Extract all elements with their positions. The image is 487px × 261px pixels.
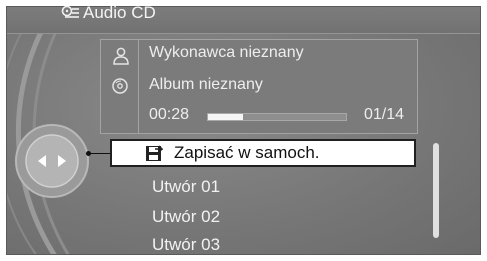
list-item-track-02[interactable]: Utwór 02 <box>152 207 220 227</box>
elapsed-time: 00:28 <box>149 106 190 123</box>
playback-progress-fill <box>208 114 243 120</box>
page-title: Audio CD <box>83 3 156 22</box>
list-item-track-01[interactable]: Utwór 01 <box>152 177 220 197</box>
album-name: Album nieznany <box>149 76 263 93</box>
controller-connector-line <box>88 153 112 154</box>
track-position: 01/14 <box>364 106 405 123</box>
playback-progress-bar <box>207 113 347 121</box>
disc-icon <box>112 78 128 94</box>
list-scrollbar[interactable] <box>433 143 439 238</box>
idrive-controller-indicator <box>15 124 89 198</box>
save-in-car-label[interactable]: Zapisać w samoch. <box>174 143 320 163</box>
list-item-track-03[interactable]: Utwór 03 <box>152 235 220 255</box>
music-source-icon <box>61 5 79 18</box>
info-panel-divider <box>138 39 139 134</box>
artist-name: Wykonawca nieznany <box>149 44 304 61</box>
save-icon <box>146 145 163 161</box>
controller-connector-dot <box>86 151 91 156</box>
person-icon <box>113 47 129 65</box>
